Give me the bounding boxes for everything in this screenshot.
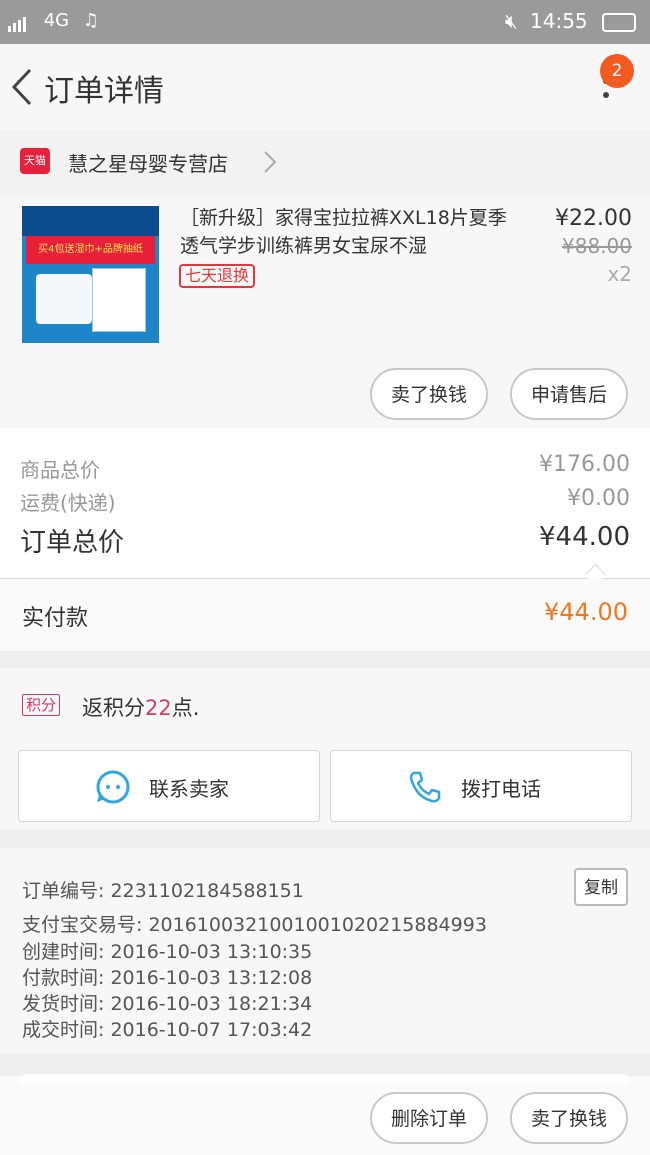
shipping-value: ¥0.00 bbox=[567, 486, 630, 511]
footer-sell-refund-button[interactable]: 卖了换钱 bbox=[510, 1092, 628, 1144]
chat-bubble-icon bbox=[96, 770, 130, 804]
call-button[interactable]: 拨打电话 bbox=[330, 750, 632, 822]
status-bar: 4G ♫ 🔇︎ 14:55 bbox=[0, 0, 650, 44]
points-text-prefix: 返积分 bbox=[82, 696, 145, 720]
call-label: 拨打电话 bbox=[461, 777, 541, 801]
phone-icon bbox=[409, 771, 441, 803]
paid-time: 付款时间: 2016-10-03 13:12:08 bbox=[22, 967, 313, 989]
product-price: ¥22.00 bbox=[555, 206, 632, 231]
footer-card-edge bbox=[20, 1074, 630, 1084]
alipay-trade-number: 支付宝交易号: 2016100321001001020215884993 bbox=[22, 914, 487, 936]
contact-seller-button[interactable]: 联系卖家 bbox=[18, 750, 320, 822]
page-title: 订单详情 bbox=[44, 74, 164, 109]
shipped-time: 发货时间: 2016-10-03 18:21:34 bbox=[22, 993, 313, 1015]
points-text: 返积分22点. bbox=[82, 692, 199, 722]
points-text-suffix: 点. bbox=[171, 696, 200, 720]
product-image-caption: 买4包送湿巾+品牌抽纸 bbox=[26, 236, 155, 264]
product-quantity: x2 bbox=[607, 262, 632, 286]
status-right: 🔇︎ 14:55 bbox=[505, 9, 636, 33]
tmall-logo-icon: 天猫 bbox=[20, 148, 50, 174]
contact-seller-label: 联系卖家 bbox=[149, 777, 229, 801]
copy-button[interactable]: 复制 bbox=[574, 868, 628, 906]
product-original-price: ¥88.00 bbox=[562, 234, 632, 258]
battery-icon bbox=[602, 13, 636, 32]
qq-icon: ♫ bbox=[82, 10, 100, 31]
store-name[interactable]: 慧之星母婴专营店 bbox=[68, 148, 228, 177]
goods-total-value: ¥176.00 bbox=[539, 452, 630, 477]
paid-label: 实付款 bbox=[22, 606, 89, 631]
clock: 14:55 bbox=[530, 9, 588, 33]
points-value: 22 bbox=[145, 696, 172, 720]
status-left: 4G ♫ bbox=[8, 10, 99, 32]
completed-time: 成交时间: 2016-10-07 17:03:42 bbox=[22, 1019, 313, 1041]
shipping-label: 运费(快递) bbox=[20, 491, 116, 515]
delete-order-button[interactable]: 删除订单 bbox=[370, 1092, 488, 1144]
chevron-right-icon[interactable] bbox=[260, 148, 280, 176]
mute-icon: 🔇︎ bbox=[505, 9, 518, 33]
order-number: 订单编号: 2231102184588151 bbox=[22, 880, 304, 902]
after-sale-button[interactable]: 申请售后 bbox=[510, 368, 628, 420]
product-thumbnail[interactable]: 买4包送湿巾+品牌抽纸 bbox=[22, 206, 159, 343]
network-type: 4G bbox=[43, 10, 70, 31]
points-tag: 积分 bbox=[22, 694, 61, 716]
signal-icon bbox=[8, 11, 28, 32]
return-policy-badge: 七天退换 bbox=[179, 264, 256, 288]
created-time: 创建时间: 2016-10-03 13:10:35 bbox=[22, 941, 313, 963]
order-total-value: ¥44.00 bbox=[539, 522, 630, 552]
notification-badge[interactable]: 2 bbox=[600, 54, 634, 88]
back-arrow-icon[interactable] bbox=[8, 64, 44, 110]
sell-refund-button[interactable]: 卖了换钱 bbox=[370, 368, 488, 420]
order-total-label: 订单总价 bbox=[20, 528, 125, 558]
paid-value: ¥44.00 bbox=[544, 598, 628, 626]
product-title[interactable]: ［新升级］家得宝拉拉裤XXL18片夏季透气学步训练裤男女宝尿不湿 bbox=[180, 204, 510, 260]
goods-total-label: 商品总价 bbox=[20, 458, 100, 482]
